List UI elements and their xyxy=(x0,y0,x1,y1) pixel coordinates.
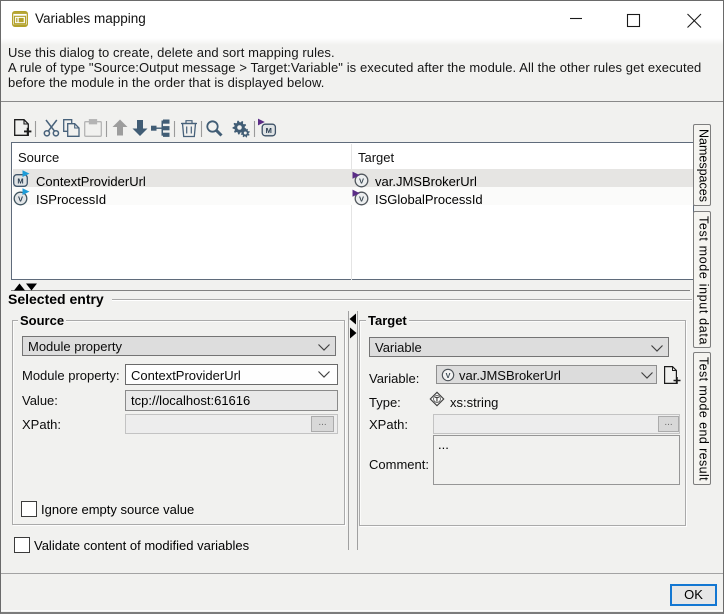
svg-text:V: V xyxy=(359,195,364,204)
svg-text:V: V xyxy=(446,370,451,379)
svg-text:M: M xyxy=(17,177,23,186)
svg-text:V: V xyxy=(359,177,364,186)
svg-text:V: V xyxy=(18,195,23,204)
svg-text:M: M xyxy=(266,126,272,135)
